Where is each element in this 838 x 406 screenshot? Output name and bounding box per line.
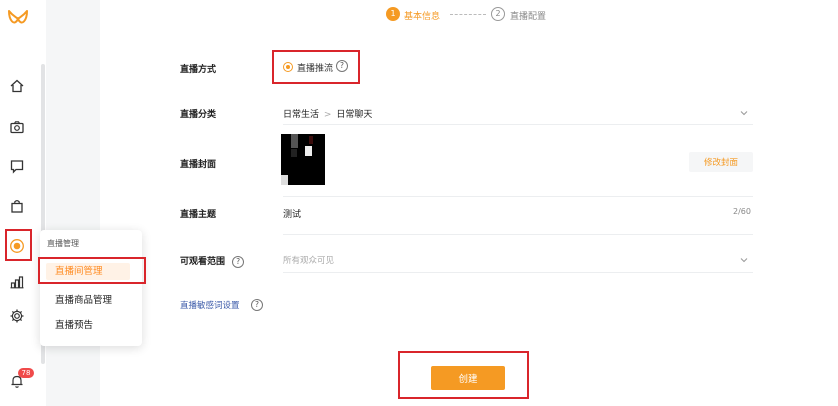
menu-item-live-product-management[interactable]: 直播商品管理 bbox=[55, 292, 112, 306]
sensitive-words-help-icon[interactable]: ? bbox=[251, 299, 263, 311]
step-connector bbox=[450, 14, 486, 15]
menu-item-live-preview[interactable]: 直播预告 bbox=[55, 317, 93, 331]
category-label: 直播分类 bbox=[180, 110, 217, 120]
method-label: 直播方式 bbox=[180, 65, 217, 75]
cover-image[interactable] bbox=[281, 134, 325, 185]
notification-badge: 78 bbox=[18, 368, 34, 378]
menu-item-highlight-box bbox=[38, 257, 146, 284]
popover-title: 直播管理 bbox=[47, 239, 79, 248]
category-primary: 日常生活 bbox=[283, 110, 320, 120]
category-underline bbox=[283, 124, 753, 125]
cover-underline bbox=[283, 196, 753, 197]
message-icon[interactable] bbox=[9, 158, 25, 174]
method-highlight-box bbox=[272, 50, 360, 84]
category-separator: > bbox=[323, 110, 332, 120]
visibility-underline bbox=[283, 272, 753, 273]
bag-icon[interactable] bbox=[9, 198, 25, 214]
chart-icon[interactable] bbox=[9, 274, 25, 290]
topic-input[interactable]: 测试 bbox=[283, 207, 301, 220]
step-1-label: 基本信息 bbox=[404, 12, 441, 22]
gear-icon[interactable] bbox=[9, 308, 25, 324]
left-rail: 78 bbox=[0, 0, 46, 406]
category-secondary: 日常聊天 bbox=[336, 110, 373, 120]
visibility-label: 可观看范围 ? bbox=[180, 254, 245, 268]
chevron-down-icon[interactable] bbox=[740, 109, 748, 117]
logo-icon[interactable] bbox=[6, 8, 30, 30]
visibility-help-icon[interactable]: ? bbox=[232, 256, 245, 268]
topic-char-counter: 2/60 bbox=[733, 207, 751, 216]
topic-label: 直播主题 bbox=[180, 210, 217, 220]
visibility-label-text: 可观看范围 bbox=[180, 257, 226, 267]
step-2-label: 直播配置 bbox=[510, 12, 547, 22]
visibility-select[interactable]: 所有观众可见 bbox=[283, 254, 334, 266]
live-management-popover: 直播管理 直播间管理 直播商品管理 直播预告 bbox=[40, 230, 142, 346]
step-2-number: 2 bbox=[491, 7, 505, 21]
camera-icon[interactable] bbox=[9, 119, 25, 135]
chevron-down-icon[interactable] bbox=[740, 256, 748, 264]
home-icon[interactable] bbox=[9, 78, 25, 94]
change-cover-button[interactable]: 修改封面 bbox=[689, 152, 753, 172]
create-highlight-box bbox=[398, 351, 529, 399]
category-select[interactable]: 日常生活 > 日常聊天 bbox=[283, 107, 372, 120]
step-1-number: 1 bbox=[386, 7, 400, 21]
topic-underline bbox=[283, 234, 753, 235]
live-icon-highlight-box bbox=[5, 229, 32, 261]
cover-label: 直播封面 bbox=[180, 160, 217, 170]
sensitive-words-link[interactable]: 直播敏感词设置 bbox=[180, 299, 240, 311]
